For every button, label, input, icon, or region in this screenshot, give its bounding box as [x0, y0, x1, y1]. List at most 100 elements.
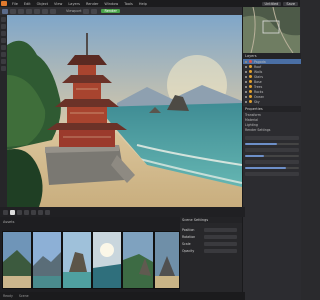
document-name-button[interactable]: Untitled — [261, 1, 282, 6]
scene-setting-row: Rotation — [182, 235, 240, 239]
properties-sections: Transform Material Lighting Render Settings — [243, 112, 301, 132]
menu-window[interactable]: Window — [101, 2, 121, 6]
layer-label: Walls — [254, 69, 263, 74]
keyframe-icon[interactable] — [31, 209, 36, 215]
zoom-icon[interactable] — [1, 31, 6, 36]
scene-setting-field[interactable] — [204, 228, 237, 232]
rotate-tool-icon[interactable] — [18, 8, 24, 14]
cursor-icon[interactable] — [1, 17, 6, 22]
mode-label: Viewport — [66, 9, 82, 13]
layer-color-icon — [249, 85, 252, 88]
layer-label: Sky — [254, 99, 260, 104]
scene-setting-field[interactable] — [204, 249, 237, 253]
audio-icon[interactable] — [38, 209, 43, 215]
pen-icon[interactable] — [1, 38, 6, 43]
layer-item[interactable]: Sky — [243, 99, 301, 104]
property-controls — [243, 132, 301, 180]
visibility-icon[interactable] — [245, 65, 247, 68]
scene-setting-label: Scale — [182, 242, 191, 246]
hand-icon[interactable] — [1, 24, 6, 29]
asset-thumbnail[interactable] — [92, 231, 122, 289]
visibility-icon[interactable] — [245, 75, 247, 78]
grid-toggle-icon[interactable] — [83, 8, 90, 14]
asset-thumbnail[interactable] — [154, 231, 180, 289]
light-tool-icon[interactable] — [42, 8, 48, 14]
scene-setting-label: Opacity — [182, 249, 195, 253]
menu-bar: File Edit Object View Layers Render Wind… — [0, 0, 300, 7]
main-toolbar: Viewport Render — [0, 7, 244, 15]
visibility-icon[interactable] — [245, 90, 247, 93]
minimap-icon — [243, 6, 300, 54]
status-bar: Ready Scene — [0, 292, 245, 300]
brush-tool-icon[interactable] — [50, 8, 56, 14]
eraser-icon[interactable] — [1, 66, 6, 71]
menu-file[interactable]: File — [9, 2, 21, 6]
property-field[interactable] — [245, 160, 299, 164]
menu-help[interactable]: Help — [136, 2, 150, 6]
layer-color-icon — [249, 65, 252, 68]
property-field[interactable] — [245, 148, 299, 152]
viewport-canvas[interactable] — [7, 15, 242, 207]
layer-color-icon — [249, 100, 252, 103]
status-text: Ready — [3, 294, 13, 298]
render-button[interactable]: Render — [101, 9, 120, 13]
menu-object[interactable]: Object — [34, 2, 51, 6]
scene-setting-field[interactable] — [204, 235, 237, 239]
visibility-icon[interactable] — [245, 100, 247, 103]
select-tool-icon[interactable] — [2, 8, 8, 14]
tool-strip — [0, 15, 7, 207]
visibility-icon[interactable] — [245, 80, 247, 83]
right-panel: Layers Pagoda Roof Walls Stairs Base Trees Roc… — [242, 6, 301, 300]
text-icon[interactable] — [1, 52, 6, 57]
visibility-icon[interactable] — [245, 60, 247, 63]
navigator-panel[interactable] — [243, 6, 301, 54]
menu-edit[interactable]: Edit — [21, 2, 34, 6]
camera-tool-icon[interactable] — [34, 8, 40, 14]
rewind-icon[interactable] — [3, 209, 8, 215]
app-logo-icon — [1, 1, 7, 6]
property-slider[interactable] — [245, 167, 299, 169]
scene-settings-fields: Position Rotation Scale Opacity — [180, 223, 242, 258]
layer-label: Pagoda — [254, 59, 266, 64]
camera-icon[interactable] — [45, 209, 50, 215]
layer-label: Trees — [254, 84, 263, 89]
scene-setting-label: Rotation — [182, 235, 196, 239]
move-tool-icon[interactable] — [10, 8, 16, 14]
save-button[interactable]: Save — [283, 1, 298, 6]
menu-layers[interactable]: Layers — [65, 2, 83, 6]
status-scene-label: Scene — [18, 294, 29, 298]
eyedropper-icon[interactable] — [1, 59, 6, 64]
scale-tool-icon[interactable] — [26, 8, 32, 14]
visibility-icon[interactable] — [245, 95, 247, 98]
property-field[interactable] — [245, 136, 299, 140]
scene-setting-label: Position — [182, 228, 195, 232]
visibility-icon[interactable] — [245, 85, 247, 88]
layers-list: Pagoda Roof Walls Stairs Base Trees Rocks Ocean… — [243, 59, 301, 104]
timeline-bar — [0, 207, 245, 217]
snap-toggle-icon[interactable] — [91, 8, 98, 14]
layer-color-icon — [249, 70, 252, 73]
loop-icon[interactable] — [24, 209, 29, 215]
scene-settings-panel: Scene Settings Position Rotation Scale Opac… — [180, 217, 242, 292]
forward-icon[interactable] — [17, 209, 22, 215]
layer-color-icon — [249, 75, 252, 78]
shape-icon[interactable] — [1, 45, 6, 50]
property-slider[interactable] — [245, 143, 299, 145]
menu-view[interactable]: View — [51, 2, 65, 6]
property-field[interactable] — [245, 172, 299, 176]
menu-render[interactable]: Render — [83, 2, 101, 6]
asset-thumbnail[interactable] — [62, 231, 92, 289]
asset-thumbnail[interactable] — [2, 231, 32, 289]
visibility-icon[interactable] — [245, 70, 247, 73]
scene-setting-row: Opacity — [182, 249, 240, 253]
layer-color-icon — [249, 80, 252, 83]
asset-thumbnail[interactable] — [122, 231, 154, 289]
menu-tools[interactable]: Tools — [121, 2, 136, 6]
scene-setting-field[interactable] — [204, 242, 237, 246]
property-slider[interactable] — [245, 155, 299, 157]
asset-browser: Assets — [0, 217, 180, 292]
scene-render — [7, 15, 242, 207]
play-icon[interactable] — [10, 209, 15, 215]
asset-thumbnail[interactable] — [32, 231, 62, 289]
layer-label: Roof — [254, 64, 262, 69]
